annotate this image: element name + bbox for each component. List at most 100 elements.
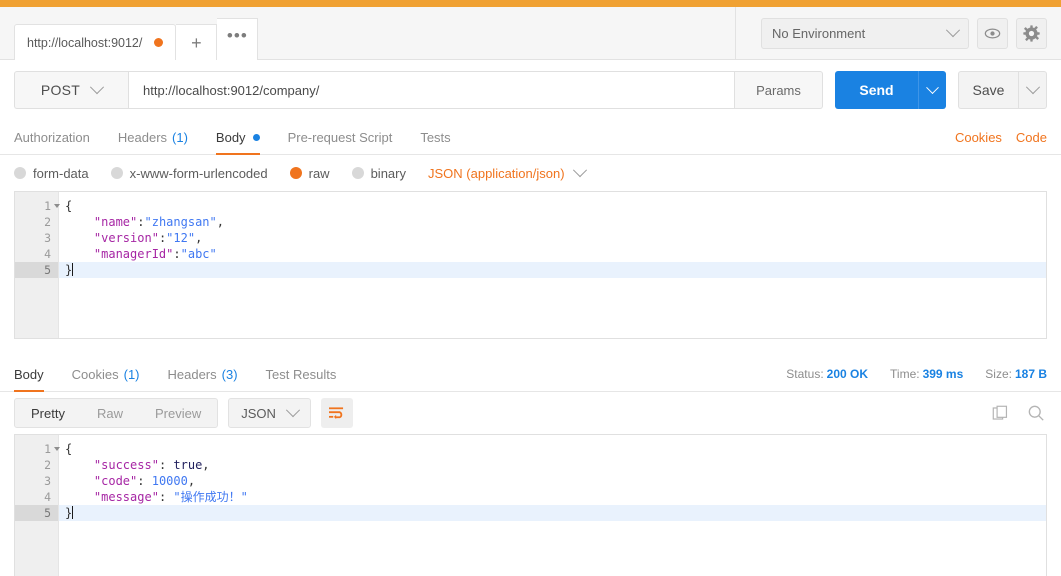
raw-format-selector[interactable]: JSON (application/json) [428,166,585,181]
request-editor-line-number: 4 [15,246,58,262]
tab-strip: http://localhost:9012/ + ••• No Environm… [0,7,1061,60]
response-tab-cookies[interactable]: Cookies (1) [58,357,154,391]
request-tabs-right-links: Cookies Code [955,120,1047,154]
response-editor-code-line: } [59,505,1046,521]
environment-selected-label: No Environment [772,26,948,41]
status-value: 200 OK [827,367,868,381]
send-options-button[interactable] [918,71,946,109]
response-editor-line-number: 3 [15,473,58,489]
response-body-editor[interactable]: 12345 { "success": true, "code": 10000, … [14,434,1047,576]
request-editor-code-line: } [59,262,1046,278]
view-mode-preview[interactable]: Preview [139,399,217,427]
request-tabs-list: Authorization Headers (1) Body Pre-reque… [14,120,955,154]
gear-icon [1023,25,1040,42]
request-section-tabs: Authorization Headers (1) Body Pre-reque… [0,120,1061,155]
status-label: Status: [786,367,823,381]
params-button[interactable]: Params [735,71,823,109]
app-top-accent-bar [0,0,1061,7]
request-url-row: POST http://localhost:9012/company/ Para… [0,60,1061,120]
radio-icon [352,167,364,179]
response-editor-line-number: 2 [15,457,58,473]
response-editor-line-number: 5 [15,505,58,521]
settings-button[interactable] [1016,18,1047,49]
body-type-urlencoded-label: x-www-form-urlencoded [130,166,268,181]
response-meta: Status: 200 OK Time:399 ms Size:187 B [786,357,1047,391]
tab-strip-left: http://localhost:9012/ + ••• [0,7,736,59]
tab-headers-count: (1) [172,130,188,145]
body-type-urlencoded[interactable]: x-www-form-urlencoded [111,166,268,181]
tab-tests[interactable]: Tests [406,120,464,154]
cookies-link[interactable]: Cookies [955,130,1002,145]
request-editor-line-number: 5 [15,262,58,278]
response-tab-body[interactable]: Body [14,357,58,391]
tab-strip-right: No Environment [736,7,1061,59]
time-badge: Time:399 ms [890,367,963,381]
request-tab-label: http://localhost:9012/ [27,36,142,50]
http-method-label: POST [41,82,80,98]
response-editor-code-line: "code": 10000, [59,473,1046,489]
request-editor-code-line: { [59,198,1046,214]
word-wrap-toggle[interactable] [321,398,353,428]
tab-authorization-label: Authorization [14,130,90,145]
tab-pre-request-script[interactable]: Pre-request Script [274,120,407,154]
tab-tests-label: Tests [420,130,450,145]
new-tab-button[interactable]: + [176,24,217,60]
search-icon [1027,404,1045,422]
environment-selector[interactable]: No Environment [761,18,969,49]
tab-body[interactable]: Body [202,120,274,154]
request-url-input[interactable]: http://localhost:9012/company/ [128,71,735,109]
response-editor-line-number: 4 [15,489,58,505]
view-mode-pretty[interactable]: Pretty [15,399,81,427]
tab-body-label: Body [216,130,246,145]
body-type-raw[interactable]: raw [290,166,330,181]
save-options-button[interactable] [1018,71,1047,109]
search-response-button[interactable] [1025,402,1047,424]
response-tab-headers[interactable]: Headers (3) [154,357,252,391]
send-button[interactable]: Send [835,71,918,109]
send-button-group: Send [835,71,946,109]
http-method-selector[interactable]: POST [14,71,128,109]
request-editor-code[interactable]: { "name":"zhangsan", "version":"12", "ma… [59,192,1046,338]
response-editor-gutter: 12345 [15,435,59,576]
tab-headers[interactable]: Headers (1) [104,120,202,154]
size-badge: Size:187 B [985,367,1047,381]
chevron-down-icon [926,81,939,94]
request-editor-line-number: 1 [15,198,58,214]
response-tab-test-results[interactable]: Test Results [252,357,351,391]
body-type-form-data-label: form-data [33,166,89,181]
chevron-down-icon [90,80,104,94]
chevron-down-icon [1025,80,1039,94]
body-type-binary-label: binary [371,166,406,181]
response-tab-headers-count: (3) [222,367,238,382]
request-editor-line-number: 3 [15,230,58,246]
eye-icon [984,25,1001,42]
request-editor-code-line: "managerId":"abc" [59,246,1046,262]
response-editor-line-number: 1 [15,441,58,457]
time-label: Time: [890,367,920,381]
raw-format-label: JSON (application/json) [428,166,565,181]
copy-response-button[interactable] [989,402,1011,424]
response-format-selector[interactable]: JSON [228,398,311,428]
request-tab[interactable]: http://localhost:9012/ [14,24,176,60]
request-url-value: http://localhost:9012/company/ [143,83,319,98]
save-button[interactable]: Save [958,71,1018,109]
postman-window: http://localhost:9012/ + ••• No Environm… [0,0,1061,576]
response-tab-body-label: Body [14,367,44,382]
body-type-raw-label: raw [309,166,330,181]
response-view-mode-group: Pretty Raw Preview [14,398,218,428]
response-tabs-list: Body Cookies (1) Headers (3) Test Result… [14,357,786,391]
body-type-form-data[interactable]: form-data [14,166,89,181]
tab-authorization[interactable]: Authorization [14,120,104,154]
copy-icon [992,405,1009,422]
body-has-content-dot-icon [253,134,260,141]
code-link[interactable]: Code [1016,130,1047,145]
body-type-binary[interactable]: binary [352,166,406,181]
environment-quick-look-button[interactable] [977,18,1008,49]
more-tabs-button[interactable]: ••• [217,18,258,60]
view-mode-raw[interactable]: Raw [81,399,139,427]
request-body-editor[interactable]: 12345 { "name":"zhangsan", "version":"12… [14,191,1047,339]
save-button-group: Save [958,71,1047,109]
text-cursor [72,506,73,519]
chevron-down-icon [286,403,300,417]
response-editor-code[interactable]: { "success": true, "code": 10000, "messa… [59,435,1046,576]
